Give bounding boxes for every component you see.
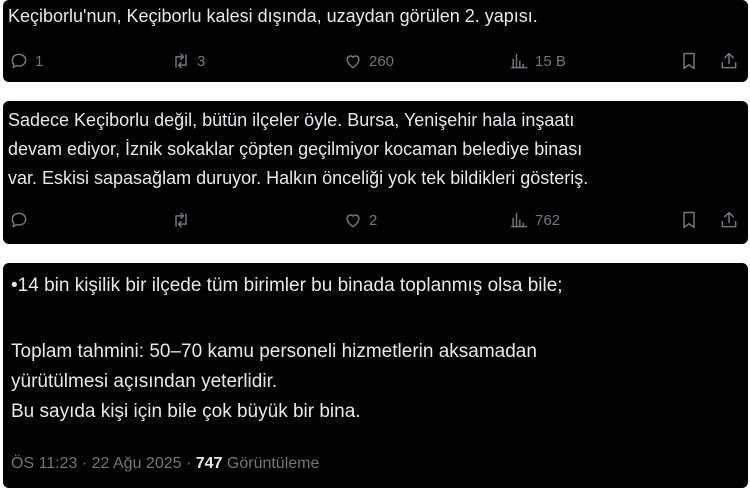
reply-icon xyxy=(11,53,27,69)
tweet-date[interactable]: 22 Ağu 2025 xyxy=(92,455,182,472)
like-count: 2 xyxy=(369,211,378,229)
share-icon xyxy=(721,52,737,69)
tweet-time[interactable]: ÖS 11:23 xyxy=(11,455,77,472)
views-button[interactable]: 762 xyxy=(509,207,560,233)
bookmark-icon xyxy=(683,52,695,70)
tweet-view-count: 747 xyxy=(195,455,223,472)
repost-button[interactable] xyxy=(171,207,197,233)
bookmark-button[interactable] xyxy=(679,207,699,233)
repost-count: 3 xyxy=(197,52,206,70)
reply-button[interactable]: 1 xyxy=(9,48,43,74)
reply-count: 1 xyxy=(35,52,44,70)
views-count: 762 xyxy=(535,211,561,229)
tweet-meta: ÖS 11:23 · 22 Ağu 2025 · 747 Görüntüleme xyxy=(11,455,320,472)
views-button[interactable]: 15 B xyxy=(509,48,566,74)
like-button[interactable]: 260 xyxy=(343,48,394,74)
tweet-text: Sadece Keçiborlu değil, bütün ilçeler öy… xyxy=(8,110,589,188)
views-icon xyxy=(510,212,528,228)
bookmark-icon xyxy=(683,211,695,229)
like-button[interactable]: 2 xyxy=(343,207,377,233)
like-count: 260 xyxy=(369,52,395,70)
reply-tweet-2[interactable]: Sadece Keçiborlu değil, bütün ilçeler öy… xyxy=(3,101,748,244)
repost-icon xyxy=(175,212,187,228)
views-count: 15 B xyxy=(535,52,566,70)
reply-icon xyxy=(11,212,27,228)
repost-icon xyxy=(175,53,187,69)
tweet-view-label: Görüntüleme xyxy=(226,455,320,472)
tweet-actions: 2 762 xyxy=(3,207,748,233)
tweet-actions: 1 3 260 15 B xyxy=(3,48,748,74)
reply-tweet-1[interactable]: Keçiborlu'nun, Keçiborlu kalesi dışında,… xyxy=(3,0,748,82)
share-icon xyxy=(721,211,737,228)
bookmark-button[interactable] xyxy=(679,48,699,74)
share-button[interactable] xyxy=(719,207,739,233)
reply-button[interactable] xyxy=(9,207,35,233)
main-tweet: •14 bin kişilik bir ilçede tüm birimler … xyxy=(3,263,748,488)
tweet-text: Keçiborlu'nun, Keçiborlu kalesi dışında,… xyxy=(8,6,538,26)
like-icon xyxy=(346,214,360,228)
views-icon xyxy=(510,53,528,69)
tweet-text-body: Toplam tahmini: 50–70 kamu personeli hiz… xyxy=(11,341,537,422)
tweet-text-line1: •14 bin kişilik bir ilçede tüm birimler … xyxy=(11,275,563,296)
repost-button[interactable]: 3 xyxy=(171,48,205,74)
share-button[interactable] xyxy=(719,48,739,74)
like-icon xyxy=(346,55,360,69)
